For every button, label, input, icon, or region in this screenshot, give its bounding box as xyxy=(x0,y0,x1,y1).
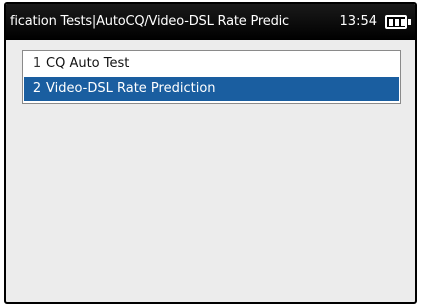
menu-item-cq-auto-test[interactable]: 1 CQ Auto Test xyxy=(24,52,399,76)
battery-tip xyxy=(408,19,411,25)
menu-item-label: Video-DSL Rate Prediction xyxy=(46,81,216,96)
test-menu-list: 1 CQ Auto Test 2 Video-DSL Rate Predicti… xyxy=(22,50,401,104)
title-bar: fication Tests|AutoCQ/Video-DSL Rate Pre… xyxy=(6,4,415,40)
device-screen: fication Tests|AutoCQ/Video-DSL Rate Pre… xyxy=(4,2,417,304)
menu-item-number: 1 xyxy=(30,52,44,76)
breadcrumb-title: fication Tests|AutoCQ/Video-DSL Rate Pre… xyxy=(10,14,289,29)
battery-icon xyxy=(385,15,407,29)
menu-item-number: 2 xyxy=(32,81,42,96)
menu-item-video-dsl-rate-prediction[interactable]: 2 Video-DSL Rate Prediction xyxy=(24,77,399,101)
menu-item-label: CQ Auto Test xyxy=(46,56,130,71)
clock: 13:54 xyxy=(339,14,377,29)
